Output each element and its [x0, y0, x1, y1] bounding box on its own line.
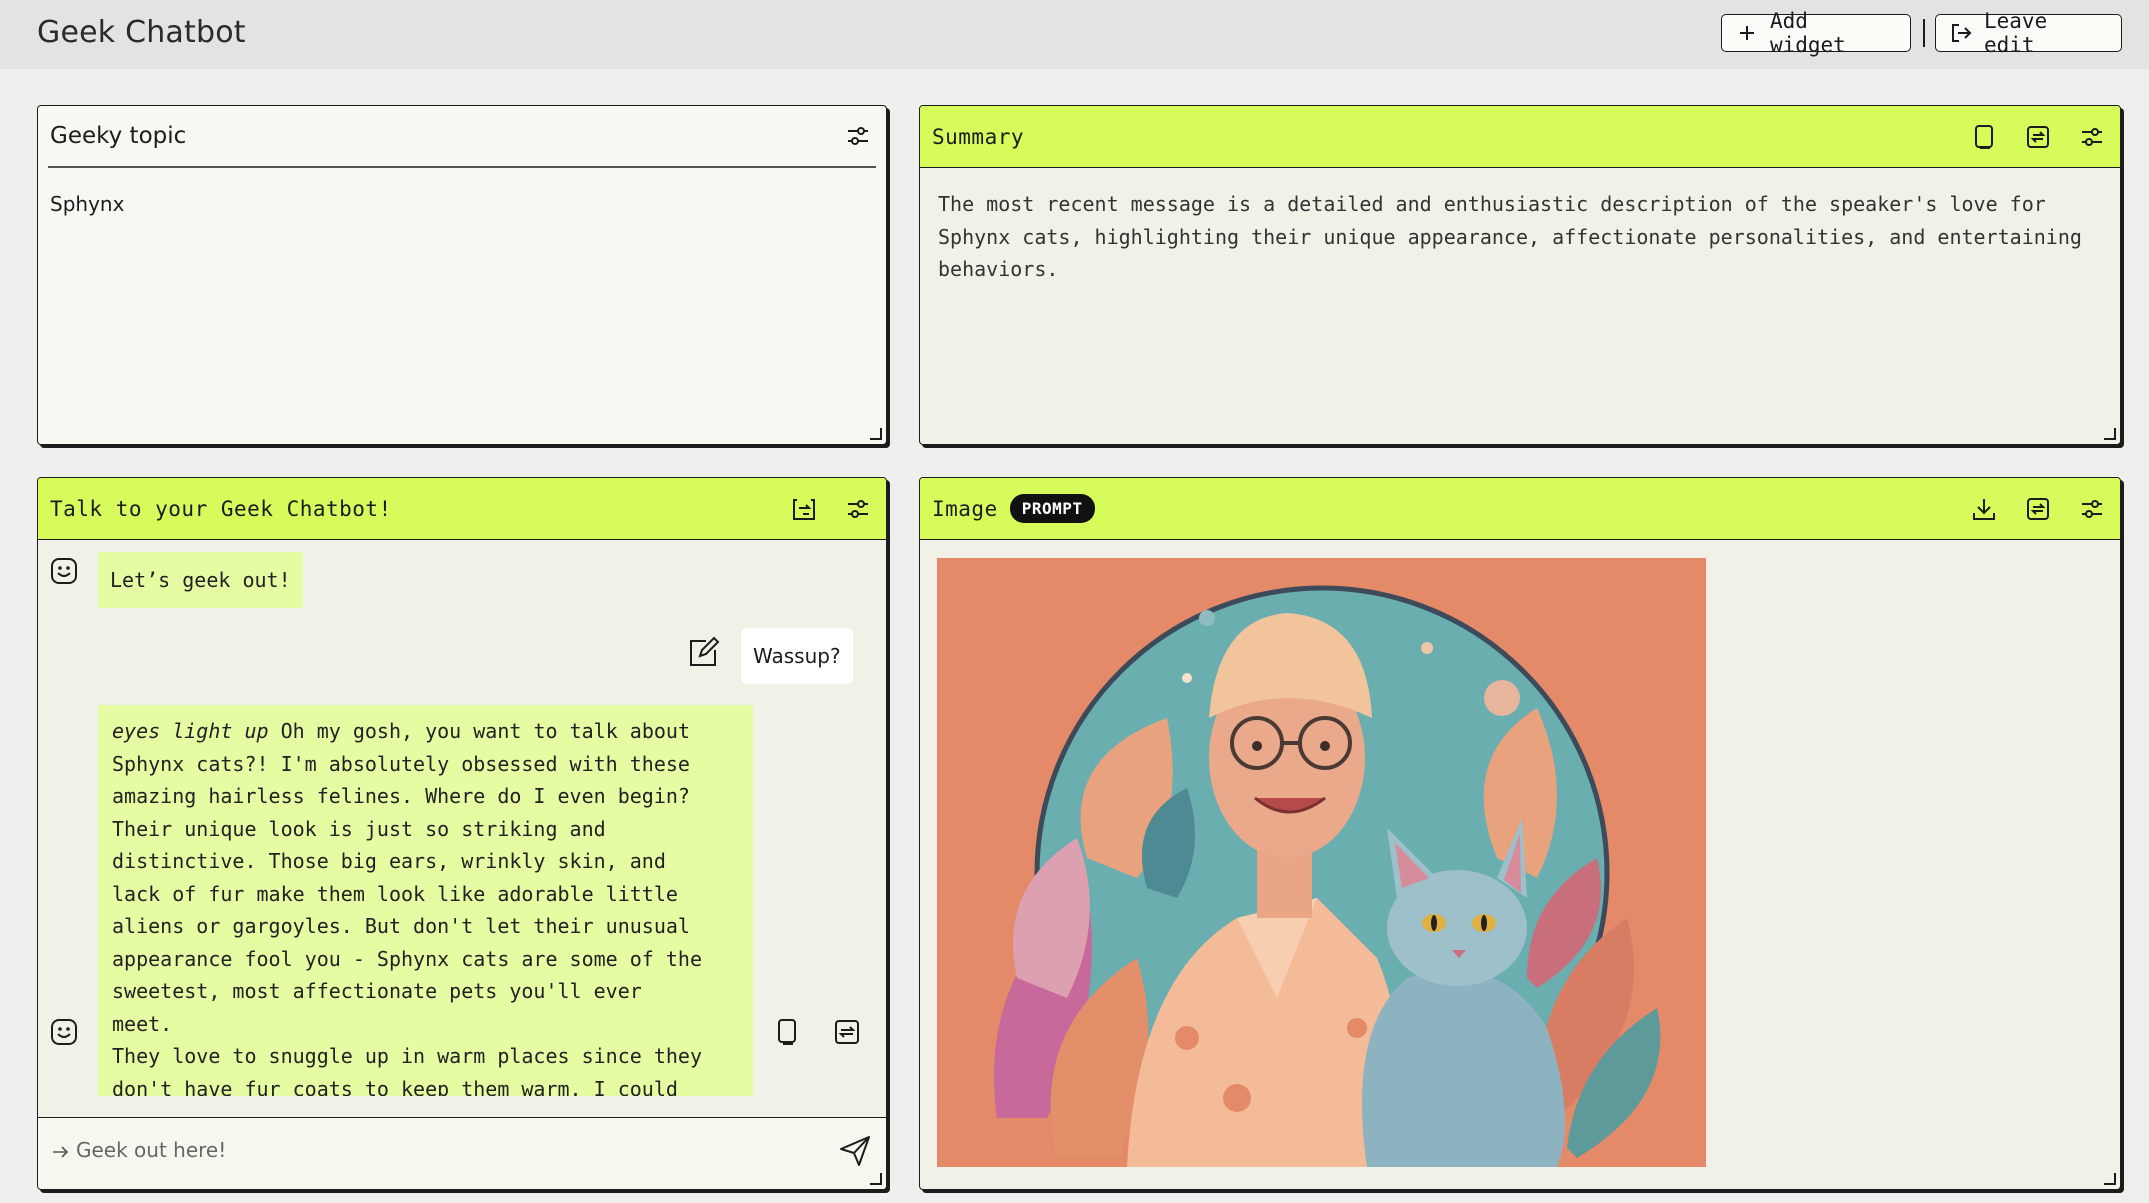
copy-icon[interactable] — [773, 1016, 803, 1048]
summary-panel: Summary The most recent message is a det… — [919, 105, 2121, 445]
summary-panel-header: Summary — [920, 106, 2120, 168]
message-line: distinctive. Those big ears, wrinkly ski… — [112, 849, 666, 873]
message-line: meet. — [112, 1011, 173, 1036]
image-panel: Image PROMPT — [919, 477, 2121, 1190]
chat-input[interactable]: Geek out here! — [38, 1117, 886, 1189]
copy-icon[interactable] — [1968, 121, 2000, 153]
sliders-icon[interactable] — [2076, 493, 2108, 525]
chat-panel-header: Talk to your Geek Chatbot! — [38, 478, 886, 540]
resize-handle[interactable] — [870, 428, 882, 440]
resize-handle[interactable] — [2104, 1173, 2116, 1185]
message-line: Oh my gosh, you want to talk about — [268, 719, 690, 743]
chat-panel-title: Talk to your Geek Chatbot! — [50, 496, 392, 521]
message-line: sweetest, most affectionate pets you'll … — [112, 979, 642, 1003]
exit-icon — [1950, 22, 1972, 44]
message-line: aliens or gargoyles. But don't let their… — [112, 914, 690, 938]
topic-panel-header: Geeky topic — [48, 106, 876, 168]
refresh-icon[interactable] — [2022, 493, 2054, 525]
image-panel-title: Image — [932, 496, 998, 521]
leave-edit-label: Leave edit — [1984, 9, 2048, 57]
send-icon — [840, 1136, 870, 1166]
resize-handle[interactable] — [2104, 428, 2116, 440]
resize-handle[interactable] — [870, 1173, 882, 1185]
bot-message: Let’s geek out! — [98, 552, 303, 608]
top-bar: Geek Chatbot Add widget Leave edit — [0, 0, 2149, 69]
user-message: Wassup? — [741, 628, 853, 684]
chat-panel: Talk to your Geek Chatbot! Let’s geek ou… — [37, 477, 887, 1190]
message-line: amazing hairless felines. Where do I eve… — [112, 784, 690, 808]
summary-panel-title: Summary — [932, 124, 1025, 149]
generated-image — [937, 558, 1706, 1167]
image-panel-header: Image PROMPT — [920, 478, 2120, 540]
leave-edit-button[interactable]: Leave edit — [1935, 9, 2122, 57]
message-line: appearance fool you - Sphynx cats are so… — [112, 946, 703, 971]
arrow-right-icon — [53, 1146, 69, 1158]
topic-panel-title: Geeky topic — [50, 123, 187, 149]
chat-messages[interactable]: Let’s geek out! Wassup? eyes light up Oh… — [38, 540, 886, 1096]
sliders-icon[interactable] — [842, 493, 874, 525]
prompt-badge[interactable]: PROMPT — [1009, 494, 1095, 523]
smiley-icon — [49, 1017, 79, 1047]
plus-icon — [1736, 22, 1758, 44]
message-emphasis: eyes light up — [112, 719, 269, 743]
message-line: They love to snuggle up in warm places s… — [112, 1044, 703, 1068]
toolbar-divider — [1923, 19, 1925, 47]
app-title: Geek Chatbot — [37, 15, 246, 50]
smiley-icon — [49, 556, 79, 586]
message-line: don't have fur coats to keep them warm. … — [112, 1076, 678, 1097]
refresh-icon[interactable] — [831, 1016, 863, 1048]
edit-icon[interactable] — [686, 636, 720, 670]
add-widget-button[interactable]: Add widget — [1721, 9, 1911, 57]
send-button[interactable] — [838, 1134, 872, 1168]
export-icon[interactable] — [788, 493, 820, 525]
topic-value[interactable]: Sphynx — [50, 192, 124, 216]
message-line: Sphynx cats?! I'm absolutely obsessed wi… — [112, 751, 690, 776]
sliders-icon[interactable] — [2076, 121, 2108, 153]
chat-input-placeholder[interactable]: Geek out here! — [50, 1138, 226, 1162]
bot-message: eyes light up Oh my gosh, you want to ta… — [98, 705, 753, 1096]
topic-panel: Geeky topic Sphynx — [37, 105, 887, 445]
download-icon[interactable] — [1968, 493, 2000, 525]
refresh-icon[interactable] — [2022, 121, 2054, 153]
add-widget-label: Add widget — [1769, 9, 1846, 57]
message-line: lack of fur make them look like adorable… — [112, 881, 678, 906]
sliders-icon[interactable] — [842, 120, 874, 152]
summary-text: The most recent message is a detailed an… — [938, 192, 2082, 281]
input-placeholder-text: Geek out here! — [76, 1138, 227, 1162]
message-line: Their unique look is just so striking an… — [112, 816, 606, 841]
